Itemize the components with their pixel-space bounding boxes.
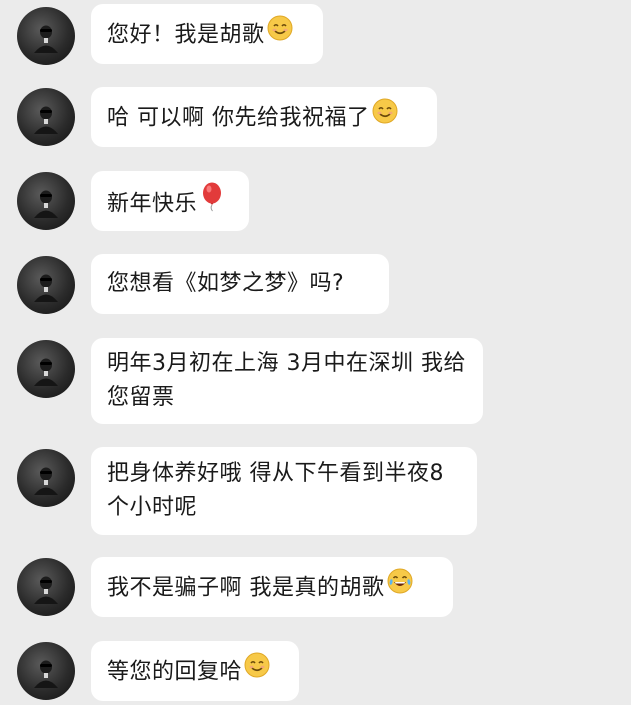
contact-avatar[interactable] (17, 172, 75, 230)
message-bubble[interactable]: 新年快乐 (91, 171, 249, 231)
person-icon (34, 358, 58, 386)
person-icon (34, 576, 58, 604)
smiling-face-icon (244, 652, 270, 689)
message-text: 您想看《如梦之梦》吗? (107, 271, 345, 296)
message-bubble[interactable]: 您想看《如梦之梦》吗? (91, 254, 389, 314)
chat-area: 您好！我是胡歌 哈 可以啊 你先给我祝福了 新年快乐 您想看《如梦之梦》吗? 明… (0, 0, 631, 705)
person-icon (34, 190, 58, 218)
contact-avatar[interactable] (17, 558, 75, 616)
message-bubble[interactable]: 您好！我是胡歌 (91, 4, 323, 64)
contact-avatar[interactable] (17, 642, 75, 700)
person-icon (34, 274, 58, 302)
tears-of-joy-icon (387, 568, 413, 605)
smiling-face-icon (372, 98, 398, 135)
message-bubble[interactable]: 把身体养好哦 得从下午看到半夜8个小时呢 (91, 447, 477, 535)
smiling-face-icon (267, 15, 293, 52)
person-icon (34, 25, 58, 53)
person-icon (34, 106, 58, 134)
contact-avatar[interactable] (17, 88, 75, 146)
contact-avatar[interactable] (17, 256, 75, 314)
message-text: 我不是骗子啊 我是真的胡歌 (107, 575, 385, 601)
contact-avatar[interactable] (17, 340, 75, 398)
balloon-icon (199, 182, 225, 223)
person-icon (34, 660, 58, 688)
message-bubble[interactable]: 等您的回复哈 (91, 641, 299, 701)
message-text: 新年快乐 (107, 191, 198, 217)
message-text: 哈 可以啊 你先给我祝福了 (107, 105, 370, 131)
message-text: 等您的回复哈 (107, 659, 243, 685)
contact-avatar[interactable] (17, 449, 75, 507)
message-bubble[interactable]: 哈 可以啊 你先给我祝福了 (91, 87, 437, 147)
message-bubble[interactable]: 我不是骗子啊 我是真的胡歌 (91, 557, 453, 617)
message-text: 明年3月初在上海 3月中在深圳 我给您留票 (107, 351, 466, 410)
person-icon (34, 467, 58, 495)
message-text: 把身体养好哦 得从下午看到半夜8个小时呢 (107, 461, 444, 520)
message-bubble[interactable]: 明年3月初在上海 3月中在深圳 我给您留票 (91, 338, 483, 424)
contact-avatar[interactable] (17, 7, 75, 65)
message-text: 您好！我是胡歌 (107, 22, 265, 48)
